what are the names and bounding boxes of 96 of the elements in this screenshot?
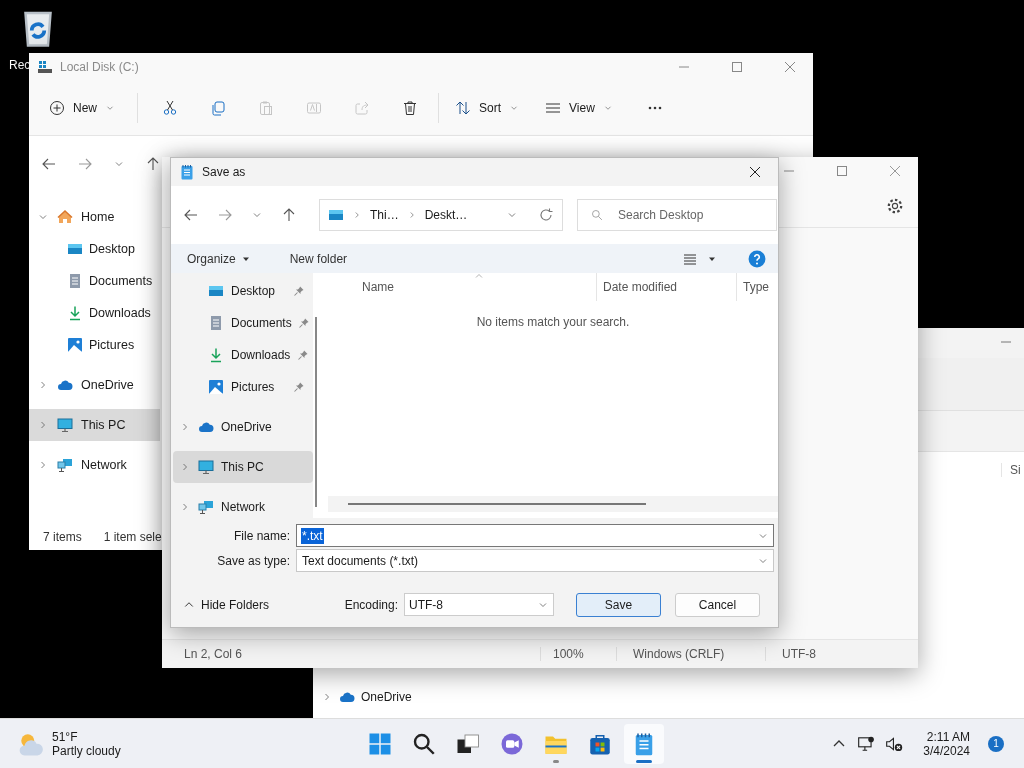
field-label: Save as type: — [216, 553, 290, 568]
desktop-icon — [208, 283, 224, 299]
speaker-muted-icon[interactable] — [885, 734, 904, 753]
network-icon — [57, 457, 73, 473]
column-header[interactable]: Date modified — [596, 273, 736, 301]
column-header[interactable]: Name — [328, 273, 596, 301]
status-text: UTF-8 — [765, 647, 816, 661]
notepad-icon — [179, 164, 195, 180]
weather-text[interactable]: Partly cloudy — [52, 743, 121, 758]
clock-time[interactable]: 2:11 AM — [926, 729, 970, 744]
cancel-button[interactable]: Cancel — [675, 592, 760, 617]
help-icon[interactable] — [748, 249, 766, 268]
download-icon — [208, 347, 224, 363]
chat-icon[interactable] — [500, 731, 524, 756]
dialog-title: Save as — [202, 165, 246, 179]
command-button[interactable]: Organize — [187, 251, 252, 266]
nav-item[interactable]: Documents — [173, 307, 313, 339]
download-icon — [67, 305, 83, 321]
desktop-icon — [328, 207, 344, 223]
maximize-icon[interactable] — [729, 59, 745, 75]
combo-field[interactable]: *.txt — [296, 524, 774, 547]
forward-arrow-icon[interactable] — [217, 207, 233, 223]
network-status-icon[interactable] — [857, 734, 876, 753]
plus-icon — [49, 100, 65, 116]
nav-item[interactable]: OneDrive — [173, 411, 313, 443]
nav-item[interactable]: This PC — [29, 409, 160, 441]
nav-item[interactable]: Desktop — [29, 233, 160, 265]
house-icon — [57, 209, 73, 225]
scrollbar[interactable] — [315, 317, 317, 507]
settings-icon[interactable] — [886, 197, 904, 215]
address-bar[interactable]: Thi… Deskt… — [319, 199, 563, 231]
nav-item[interactable]: Desktop — [173, 275, 313, 307]
refresh-icon[interactable] — [538, 207, 554, 223]
new-button[interactable]: New — [41, 94, 123, 122]
nav-item[interactable]: OneDrive — [29, 369, 160, 401]
view-button[interactable]: View — [537, 94, 621, 122]
document-icon — [208, 315, 224, 331]
status-text: Windows (CRLF) — [616, 647, 765, 661]
trash-icon[interactable] — [402, 100, 418, 116]
column-header[interactable]: Type — [736, 273, 769, 301]
back-arrow-icon[interactable] — [41, 156, 57, 172]
status-text: Ln 2, Col 6 — [183, 647, 244, 661]
temperature-text[interactable]: 51°F — [52, 729, 121, 744]
up-arrow-icon[interactable] — [145, 156, 161, 172]
nav-item[interactable]: Pictures — [29, 329, 160, 361]
sort-button[interactable]: Sort — [447, 94, 528, 122]
combo-field[interactable]: Text documents (*.txt) — [296, 549, 774, 572]
network-icon — [198, 499, 214, 515]
notification-badge[interactable]: 1 — [988, 735, 1004, 752]
forward-arrow-icon[interactable] — [77, 156, 93, 172]
monitor-icon — [198, 459, 214, 475]
drive-icon — [37, 59, 53, 75]
maximize-icon[interactable] — [834, 163, 850, 179]
nav-item[interactable]: Pictures — [173, 371, 313, 403]
window-title: Local Disk (C:) — [60, 60, 139, 74]
clock-date[interactable]: 3/4/2024 — [923, 743, 970, 758]
nav-item[interactable]: OneDrive — [321, 684, 461, 710]
task-view-icon[interactable] — [456, 731, 480, 756]
scissors-icon[interactable] — [162, 100, 178, 116]
running-indicator — [636, 759, 652, 763]
nav-item[interactable]: Network — [29, 449, 160, 481]
search-field[interactable]: Search Desktop — [577, 199, 777, 231]
status-text: 7 items — [43, 530, 82, 544]
nav-item[interactable]: Home — [29, 201, 160, 233]
nav-item[interactable]: Documents — [29, 265, 160, 297]
up-arrow-icon[interactable] — [281, 207, 297, 223]
start-icon[interactable] — [368, 731, 392, 756]
copy-icon[interactable] — [210, 100, 226, 116]
hide-folders-button[interactable]: Hide Folders — [183, 597, 270, 612]
status-text: 100% — [540, 647, 616, 661]
picture-icon — [208, 379, 224, 395]
nav-item[interactable]: Network — [173, 491, 313, 518]
search-icon[interactable] — [412, 731, 436, 756]
nav-item[interactable]: Downloads — [173, 339, 313, 371]
desktop-icon-label[interactable]: Rec — [8, 58, 31, 72]
back-arrow-icon[interactable] — [183, 207, 199, 223]
desktop-icon — [67, 241, 83, 257]
field-label: Encoding: — [344, 597, 398, 612]
empty-message: No items match your search. — [476, 315, 630, 331]
save-button[interactable]: Save — [576, 592, 661, 617]
nav-item[interactable]: Downloads — [29, 297, 160, 329]
column-header[interactable]: Si — [1001, 463, 1021, 477]
close-icon[interactable] — [747, 164, 763, 180]
nav-item[interactable]: This PC — [173, 451, 313, 483]
status-text: 1 item sele — [103, 530, 162, 544]
view-icon — [545, 100, 562, 116]
search-icon — [591, 209, 603, 221]
field-label: File name: — [232, 528, 290, 543]
encoding-dropdown[interactable]: UTF-8 — [404, 593, 554, 616]
scrollbar-thumb[interactable] — [348, 503, 646, 505]
sort-icon — [455, 100, 471, 116]
command-button[interactable]: New folder — [289, 251, 348, 266]
picture-icon — [67, 337, 83, 353]
document-icon — [67, 273, 83, 289]
monitor-icon — [57, 417, 73, 433]
running-indicator — [553, 759, 559, 763]
